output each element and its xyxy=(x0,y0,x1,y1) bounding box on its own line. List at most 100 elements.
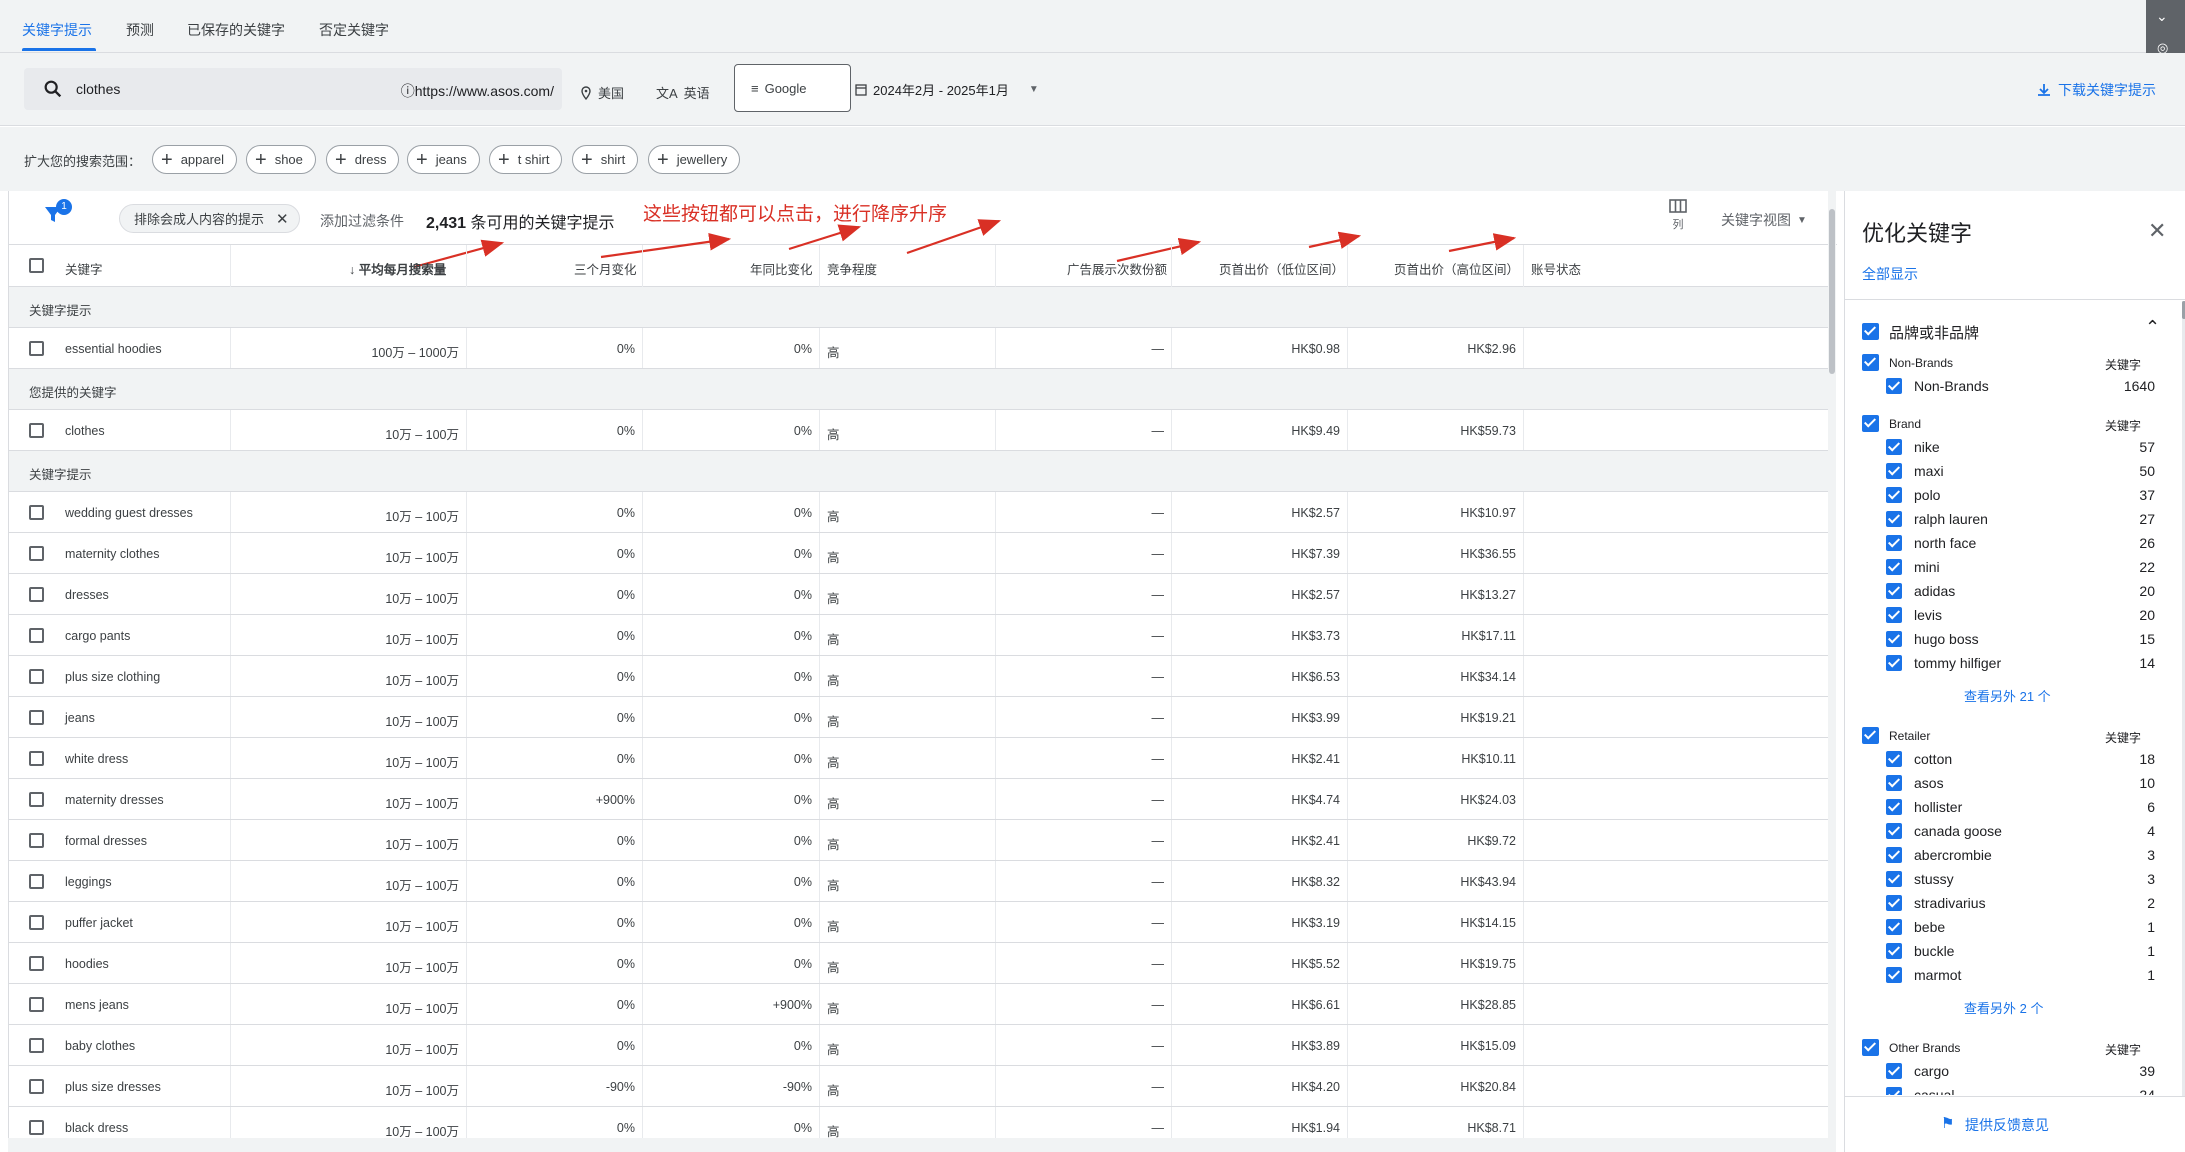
item-checkbox[interactable] xyxy=(1886,847,1902,863)
group-checkbox[interactable] xyxy=(1862,354,1879,371)
col-three-month-change[interactable]: 三个月变化 xyxy=(574,259,637,278)
row-checkbox[interactable] xyxy=(29,587,44,602)
table-row[interactable]: leggings 10万 – 100万 0% 0% 高 — HK$8.32 HK$43.94 xyxy=(9,861,1829,902)
select-all-checkbox[interactable] xyxy=(29,258,44,273)
row-checkbox[interactable] xyxy=(29,546,44,561)
item-checkbox[interactable] xyxy=(1886,487,1902,503)
table-horizontal-scrollbar[interactable] xyxy=(8,1138,1836,1152)
row-checkbox[interactable] xyxy=(29,751,44,766)
item-checkbox[interactable] xyxy=(1886,511,1902,527)
broaden-chip[interactable]: + jewellery xyxy=(648,145,741,174)
see-more-link[interactable]: 查看另外 21 个 xyxy=(1964,686,2051,705)
add-filter-button[interactable]: 添加过滤条件 xyxy=(320,211,404,231)
item-checkbox[interactable] xyxy=(1886,535,1902,551)
row-checkbox[interactable] xyxy=(29,1079,44,1094)
group-checkbox[interactable] xyxy=(1862,1039,1879,1056)
location-selector[interactable]: 美国 xyxy=(580,83,624,102)
filter-button[interactable]: 1 xyxy=(43,199,72,230)
item-checkbox[interactable] xyxy=(1886,439,1902,455)
col-yoy-change[interactable]: 年同比变化 xyxy=(750,259,813,278)
item-checkbox[interactable] xyxy=(1886,751,1902,767)
row-checkbox[interactable] xyxy=(29,628,44,643)
broaden-chip[interactable]: + shoe xyxy=(246,145,316,174)
col-competition[interactable]: 竞争程度 xyxy=(827,259,877,278)
broaden-chip[interactable]: + apparel xyxy=(152,145,238,174)
table-row[interactable]: baby clothes 10万 – 100万 0% 0% 高 — HK$3.89 HK$15… xyxy=(9,1025,1829,1066)
item-checkbox[interactable] xyxy=(1886,1063,1902,1079)
col-ad-impression-share[interactable]: 广告展示次数份额 xyxy=(1067,259,1167,278)
table-row[interactable]: formal dresses 10万 – 100万 0% 0% 高 — HK$2.41 HK$… xyxy=(9,820,1829,861)
row-checkbox[interactable] xyxy=(29,1120,44,1135)
row-checkbox[interactable] xyxy=(29,956,44,971)
chevron-up-icon[interactable]: ⌃ xyxy=(2145,317,2160,338)
item-checkbox[interactable] xyxy=(1886,967,1902,983)
tab-forecast[interactable]: 预测 xyxy=(126,20,154,40)
table-row[interactable]: cargo pants 10万 – 100万 0% 0% 高 — HK$3.73 HK$17.… xyxy=(9,615,1829,656)
table-row[interactable]: wedding guest dresses 10万 – 100万 0% 0% 高 — HK$… xyxy=(9,492,1829,533)
table-row[interactable]: jeans 10万 – 100万 0% 0% 高 — HK$3.99 HK$19.21 xyxy=(9,697,1829,738)
item-checkbox[interactable] xyxy=(1886,655,1902,671)
item-checkbox[interactable] xyxy=(1886,559,1902,575)
tab-negative-keywords[interactable]: 否定关键字 xyxy=(319,20,389,40)
broaden-chip[interactable]: + t shirt xyxy=(489,145,563,174)
table-row[interactable]: maternity clothes 10万 – 100万 0% 0% 高 — HK$7.39… xyxy=(9,533,1829,574)
row-checkbox[interactable] xyxy=(29,997,44,1012)
row-checkbox[interactable] xyxy=(29,423,44,438)
row-checkbox[interactable] xyxy=(29,874,44,889)
row-checkbox[interactable] xyxy=(29,833,44,848)
group-checkbox[interactable] xyxy=(1862,415,1879,432)
group-checkbox[interactable] xyxy=(1862,727,1879,744)
see-more-link[interactable]: 查看另外 2 个 xyxy=(1964,998,2043,1017)
item-checkbox[interactable] xyxy=(1886,895,1902,911)
broaden-chip[interactable]: + shirt xyxy=(572,145,639,174)
table-vertical-scrollbar[interactable] xyxy=(1828,191,1836,1138)
table-row[interactable]: maternity dresses 10万 – 100万 +900% 0% 高 — HK$4… xyxy=(9,779,1829,820)
item-checkbox[interactable] xyxy=(1886,463,1902,479)
tab-saved-keywords[interactable]: 已保存的关键字 xyxy=(187,20,285,40)
item-checkbox[interactable] xyxy=(1886,1087,1902,1095)
item-checkbox[interactable] xyxy=(1886,871,1902,887)
tab-keyword-ideas[interactable]: 关键字提示 xyxy=(22,20,92,40)
columns-button[interactable]: 列 xyxy=(1669,199,1687,232)
col-top-bid-low[interactable]: 页首出价（低位区间） xyxy=(1219,259,1344,278)
exclude-adult-filter-chip[interactable]: 排除会成人内容的提示 ✕ xyxy=(119,204,300,233)
keyword-view-selector[interactable]: 关键字视图 ▼ xyxy=(1721,210,1807,230)
item-checkbox[interactable] xyxy=(1886,823,1902,839)
col-top-bid-high[interactable]: 页首出价（高位区间） xyxy=(1394,259,1519,278)
item-checkbox[interactable] xyxy=(1886,775,1902,791)
date-range-selector[interactable]: 2024年2月 - 2025年1月 ▼ xyxy=(855,80,1039,99)
row-checkbox[interactable] xyxy=(29,1038,44,1053)
table-row[interactable]: essential hoodies 100万 – 1000万 0% 0% 高 — HK$0.… xyxy=(9,328,1829,369)
broaden-chip[interactable]: + dress xyxy=(326,145,400,174)
item-checkbox[interactable] xyxy=(1886,631,1902,647)
item-checkbox[interactable] xyxy=(1886,799,1902,815)
row-checkbox[interactable] xyxy=(29,710,44,725)
item-checkbox[interactable] xyxy=(1886,919,1902,935)
table-row[interactable]: mens jeans 10万 – 100万 0% +900% 高 — HK$6.61 HK$2… xyxy=(9,984,1829,1025)
col-avg-monthly-searches[interactable]: ↓ 平均每月搜索量 xyxy=(349,259,446,278)
row-checkbox[interactable] xyxy=(29,505,44,520)
table-row[interactable]: plus size dresses 10万 – 100万 -90% -90% 高 — HK$… xyxy=(9,1066,1829,1107)
table-row[interactable]: clothes 10万 – 100万 0% 0% 高 — HK$9.49 HK$59.73 xyxy=(9,410,1829,451)
row-checkbox[interactable] xyxy=(29,915,44,930)
col-account-status[interactable]: 账号状态 xyxy=(1531,259,1581,278)
table-row[interactable]: dresses 10万 – 100万 0% 0% 高 — HK$2.57 HK$13.27 xyxy=(9,574,1829,615)
search-input[interactable]: clothes ⓘhttps://www.asos.com/ xyxy=(24,68,562,110)
table-row[interactable]: hoodies 10万 – 100万 0% 0% 高 — HK$5.52 HK$19.75 xyxy=(9,943,1829,984)
item-checkbox[interactable] xyxy=(1886,607,1902,623)
feedback-button[interactable]: ⚑ 提供反馈意见 xyxy=(1845,1096,2185,1152)
row-checkbox[interactable] xyxy=(29,669,44,684)
table-row[interactable]: white dress 10万 – 100万 0% 0% 高 — HK$2.41 HK$10.… xyxy=(9,738,1829,779)
network-selector[interactable]: ≡ Google xyxy=(734,64,851,112)
language-selector[interactable]: 文A 英语 xyxy=(656,83,710,102)
close-icon[interactable]: ✕ xyxy=(276,210,289,228)
row-checkbox[interactable] xyxy=(29,792,44,807)
table-row[interactable]: plus size clothing 10万 – 100万 0% 0% 高 — HK$6.5… xyxy=(9,656,1829,697)
col-keyword[interactable]: 关键字 xyxy=(65,259,103,278)
item-checkbox[interactable] xyxy=(1886,943,1902,959)
chevron-down-icon[interactable]: ⌄ xyxy=(2156,8,2168,25)
item-checkbox[interactable] xyxy=(1886,583,1902,599)
section-checkbox[interactable] xyxy=(1862,323,1879,340)
broaden-chip[interactable]: + jeans xyxy=(407,145,480,174)
download-button[interactable]: 下载关键字提示 xyxy=(2036,80,2156,100)
